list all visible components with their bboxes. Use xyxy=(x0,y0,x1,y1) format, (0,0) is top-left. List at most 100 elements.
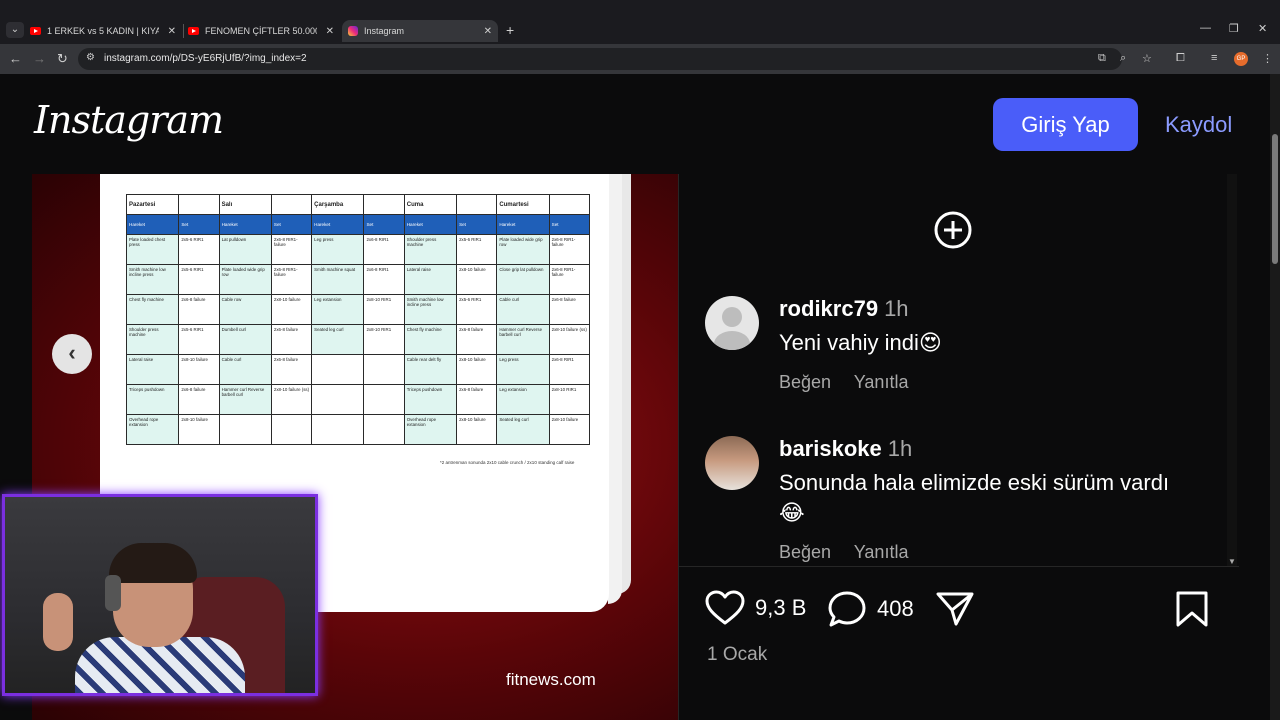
url-text[interactable]: instagram.com/p/DS-yE6RjUfB/?img_index=2 xyxy=(104,53,307,64)
new-tab-button[interactable]: + xyxy=(506,22,514,38)
tab-search-button[interactable]: ⌄ xyxy=(6,22,24,38)
tab-youtube-1[interactable]: 1 ERKEK vs 5 KADIN | KIYAFETL ✕ xyxy=(30,20,182,42)
reload-icon[interactable]: ↻ xyxy=(57,51,68,67)
like-comment-button[interactable]: Beğen xyxy=(779,542,831,562)
scroll-down-icon[interactable]: ▼ xyxy=(1228,557,1236,566)
set-cell: 2x8-10 failure xyxy=(270,294,313,325)
comments-scrollbar[interactable]: ▼ xyxy=(1227,174,1237,566)
avatar[interactable] xyxy=(705,296,759,350)
set-cell: 2x5-6 RIR1 xyxy=(178,324,220,355)
minimize-button[interactable]: — xyxy=(1200,22,1211,34)
exercise-cell: Hammer curl Reverse barbell curl xyxy=(496,324,550,355)
like-count[interactable]: 9,3 B xyxy=(755,595,806,621)
send-icon xyxy=(936,592,974,626)
add-comment-icon[interactable] xyxy=(933,210,973,250)
exercise-cell: Seated leg curl xyxy=(311,324,365,355)
day-label: Salı xyxy=(218,194,272,215)
comment-item: bariskoke 1h Sonunda hala elimizde eski s… xyxy=(705,436,1205,566)
close-window-button[interactable]: ✕ xyxy=(1258,22,1267,35)
set-cell: 2x8-10 failure xyxy=(178,354,220,385)
media-icon[interactable]: ≡ xyxy=(1211,52,1217,64)
back-icon[interactable]: ← xyxy=(9,51,22,66)
carousel-prev-button[interactable]: ‹ xyxy=(52,334,92,374)
close-icon[interactable]: ✕ xyxy=(168,26,176,37)
day-label: Cumartesi xyxy=(496,194,550,215)
exercise-cell xyxy=(311,414,365,445)
post-date[interactable]: 1 Ocak xyxy=(707,644,767,666)
exercise-cell: Leg press xyxy=(311,234,365,265)
instagram-logo[interactable]: Instagram xyxy=(34,98,224,142)
like-button[interactable]: 9,3 B xyxy=(705,590,806,626)
streamer-hand xyxy=(43,593,73,651)
like-comment-button[interactable]: Beğen xyxy=(779,372,831,392)
comment-button[interactable]: 408 xyxy=(827,590,914,628)
comment-count[interactable]: 408 xyxy=(877,596,914,622)
exercise-cell: Smith machine low incline press xyxy=(403,294,458,325)
exercise-cell: Cable rear delt fly xyxy=(403,354,458,385)
exercise-cell: Lateral raise xyxy=(125,354,180,385)
comments-list[interactable]: rodikrc79 1h Yeni vahiy indi😍 Beğen Yanıt… xyxy=(679,174,1227,566)
comment-username[interactable]: rodikrc79 xyxy=(779,296,878,321)
set-cell: 2x5-6 RIR1 xyxy=(456,234,498,265)
col-exercise: Hareket xyxy=(403,214,458,235)
set-cell: 2x6-8 failure xyxy=(270,324,313,355)
page-scrollbar[interactable] xyxy=(1270,74,1280,720)
col-exercise: Hareket xyxy=(125,214,180,235)
set-cell: 2x6-8 failure xyxy=(548,294,591,325)
zoom-icon[interactable]: ⌕ xyxy=(1120,52,1126,65)
day-label: Çarşamba xyxy=(311,194,365,215)
site-info-icon[interactable]: ⚙ xyxy=(86,52,95,63)
workout-table: Pazartesi Salı Çarşamba Cuma Cumartesi H… xyxy=(125,194,591,445)
set-cell xyxy=(270,414,313,445)
restore-button[interactable]: ❐ xyxy=(1229,22,1239,35)
workout-row: Lateral raise 2x8-10 failure Cable curl 2x6… xyxy=(125,354,591,385)
exercise-cell: Chest fly machine xyxy=(125,294,180,325)
workout-row: Shoulder press machine 2x5-6 RIR1 Dumbell … xyxy=(125,324,591,355)
comment-item: rodikrc79 1h Yeni vahiy indi😍 Beğen Yanıt… xyxy=(705,296,1205,406)
instagram-header: Instagram Giriş Yap Kaydol xyxy=(0,74,1270,174)
emoji: 😍 xyxy=(918,330,942,355)
set-cell: 2x8-10 failure (ss) xyxy=(548,324,591,355)
comments-panel: rodikrc79 1h Yeni vahiy indi😍 Beğen Yanıt… xyxy=(678,174,1239,720)
tab-instagram[interactable]: Instagram ✕ xyxy=(342,20,498,42)
extensions-icon[interactable]: ⧠ xyxy=(1176,52,1185,65)
tab-youtube-2[interactable]: FENOMEN ÇİFTLER 50.000 TL İç ✕ xyxy=(188,20,340,42)
bookmark-star-icon[interactable]: ☆ xyxy=(1142,52,1152,65)
avatar[interactable] xyxy=(705,436,759,490)
set-cell: 2x6-8 RIR1-failure xyxy=(548,234,591,265)
exercise-cell: Leg extansion xyxy=(311,294,365,325)
login-button[interactable]: Giriş Yap xyxy=(993,98,1138,151)
exercise-cell: Lateral raise xyxy=(403,264,458,295)
exercise-cell xyxy=(311,354,365,385)
set-cell: 2x8-10 failure xyxy=(456,414,498,445)
exercise-cell xyxy=(311,384,365,415)
carousel-page-shadow xyxy=(608,174,622,604)
close-icon[interactable]: ✕ xyxy=(484,26,492,37)
address-bar[interactable]: ⚙ instagram.com/p/DS-yE6RjUfB/?img_index… xyxy=(78,48,1152,70)
col-exercise: Hareket xyxy=(496,214,550,235)
scrollbar-thumb[interactable] xyxy=(1272,134,1278,264)
signup-link[interactable]: Kaydol xyxy=(1165,112,1232,138)
install-icon[interactable]: ⧉ xyxy=(1098,52,1106,65)
exercise-cell: Overhead rope extansion xyxy=(125,414,180,445)
reply-button[interactable]: Yanıtla xyxy=(854,542,909,562)
comment-username[interactable]: bariskoke xyxy=(779,436,882,461)
menu-icon[interactable]: ⋮ xyxy=(1262,52,1273,65)
forward-icon[interactable]: → xyxy=(33,51,46,66)
post-actions: 9,3 B 408 xyxy=(705,590,1215,634)
exercise-cell: Plate loaded wide grip row xyxy=(218,264,272,295)
set-cell: 2x6-8 RIR1 xyxy=(363,264,405,295)
exercise-cell xyxy=(218,414,272,445)
watermark: fitnews.com xyxy=(506,670,596,689)
col-set: Set xyxy=(270,214,313,235)
share-button[interactable] xyxy=(935,590,985,628)
reply-button[interactable]: Yanıtla xyxy=(854,372,909,392)
close-icon[interactable]: ✕ xyxy=(326,26,334,37)
workout-row: Triceps pushdown 2x6-8 failure Hammer curl… xyxy=(125,384,591,415)
col-set: Set xyxy=(456,214,498,235)
save-button[interactable] xyxy=(1175,590,1219,628)
set-cell: 2x8-10 failure xyxy=(456,264,498,295)
workout-footnote: *2 antrenman sonunda 2x10 cable crunch /… xyxy=(440,460,575,465)
profile-avatar[interactable]: GP xyxy=(1234,52,1248,66)
set-cell xyxy=(363,354,405,385)
